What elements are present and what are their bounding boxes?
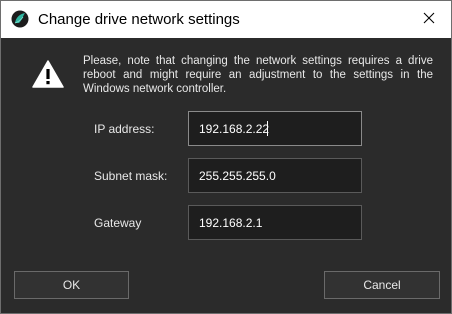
ip-address-input[interactable] (188, 111, 362, 146)
gateway-label: Gateway (94, 216, 142, 230)
close-icon (423, 11, 435, 29)
dialog-content: Please, note that changing the network s… (1, 38, 451, 313)
window-title: Change drive network settings (38, 11, 240, 28)
subnet-mask-input[interactable] (188, 158, 362, 193)
text-caret (267, 121, 268, 136)
ok-button[interactable]: OK (14, 271, 129, 299)
cancel-button[interactable]: Cancel (324, 271, 440, 299)
gateway-input[interactable] (188, 205, 362, 240)
ip-address-label: IP address: (94, 122, 155, 136)
title-bar[interactable]: Change drive network settings (1, 1, 451, 38)
dialog-window: Change drive network settings Please, no… (0, 0, 452, 314)
warning-icon (32, 60, 64, 88)
subnet-mask-label: Subnet mask: (94, 169, 168, 183)
notice-text: Please, note that changing the network s… (83, 55, 433, 95)
drive-logo-icon (11, 10, 29, 28)
close-button[interactable] (406, 1, 451, 38)
